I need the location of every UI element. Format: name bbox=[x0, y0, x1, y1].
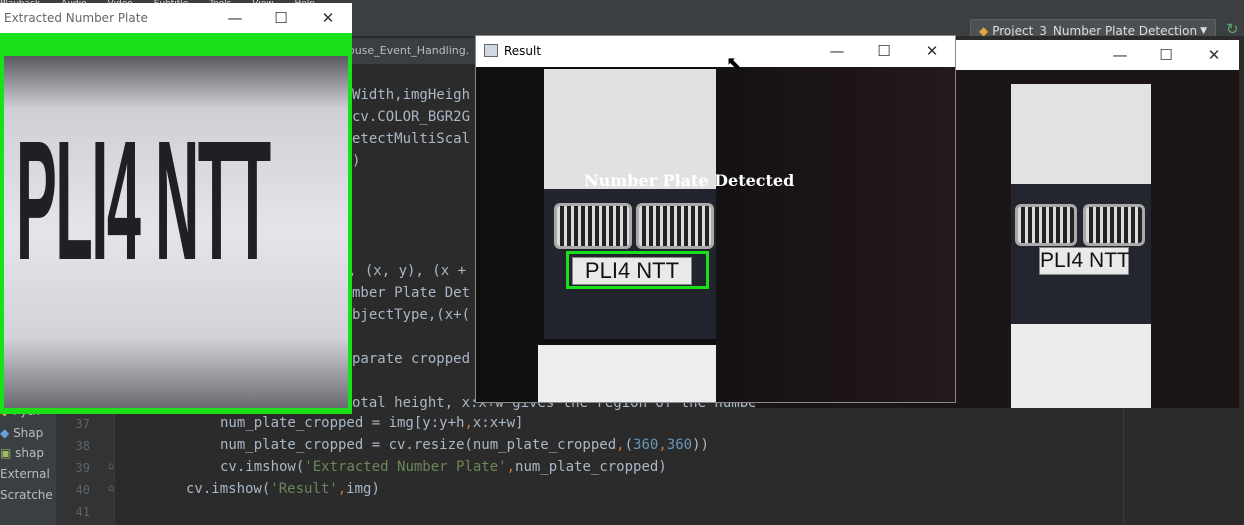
editor-tab[interactable]: ouse_Event_Handling. bbox=[348, 38, 478, 64]
minimize-button[interactable]: — bbox=[822, 36, 852, 66]
screen-bright-area bbox=[1011, 84, 1151, 184]
line-number: 40 bbox=[75, 483, 90, 497]
code-line: cv.imshow('Result',img) bbox=[186, 481, 380, 497]
result-window[interactable]: Result — ☐ ✕ PLI4 NTT Number Plate Detec… bbox=[475, 35, 956, 403]
result-window-titlebar[interactable]: Result — ☐ ✕ bbox=[476, 36, 955, 66]
cropped-plate-image: PLI4 NTT bbox=[4, 56, 348, 408]
grille-right bbox=[636, 203, 714, 249]
maximize-button[interactable]: ☐ bbox=[1151, 40, 1181, 70]
grille-left bbox=[554, 203, 632, 249]
code-line: cv.COLOR_BGR2G bbox=[352, 109, 471, 125]
screen-bright-area bbox=[538, 345, 716, 402]
maximize-button[interactable]: ☐ bbox=[869, 36, 899, 66]
line-number: 37 bbox=[75, 417, 90, 431]
grille-right bbox=[1083, 204, 1145, 246]
code-line: , (x, y), (x + bbox=[348, 263, 467, 279]
grille-left bbox=[1015, 204, 1077, 246]
close-button[interactable]: ✕ bbox=[917, 36, 947, 66]
code-line: bjectType,(x+( bbox=[352, 307, 471, 323]
maximize-button[interactable]: ☐ bbox=[266, 3, 296, 33]
project-item-shapes-2[interactable]: ▣ shap bbox=[0, 446, 56, 460]
code-line: num_plate_cropped = cv.resize(num_plate_… bbox=[220, 437, 709, 453]
close-button[interactable]: ✕ bbox=[1199, 40, 1229, 70]
minimize-button[interactable]: — bbox=[220, 3, 250, 33]
project-item-external-libraries[interactable]: External bbox=[0, 467, 56, 481]
extracted-window-titlebar[interactable]: Extracted Number Plate — ☐ ✕ bbox=[0, 3, 352, 33]
code-line: parate cropped bbox=[352, 351, 471, 367]
line-number: 41 bbox=[75, 505, 90, 519]
window-app-icon bbox=[484, 44, 498, 57]
number-plate: PLI4 NTT bbox=[1039, 247, 1130, 275]
line-number: 38 bbox=[75, 439, 90, 453]
code-line: etectMultiScal bbox=[352, 131, 471, 147]
dark-area bbox=[716, 67, 955, 402]
code-line: ) bbox=[352, 153, 361, 169]
window-title: Result bbox=[504, 44, 542, 58]
close-button[interactable]: ✕ bbox=[313, 3, 343, 33]
window-title: Extracted Number Plate bbox=[4, 11, 148, 25]
plate-text: PLI4 NTT bbox=[16, 106, 271, 296]
project-item-scratches[interactable]: Scratche bbox=[0, 488, 56, 502]
code-line: Width,imgHeigh bbox=[352, 87, 471, 103]
minimize-button[interactable]: — bbox=[1105, 40, 1135, 70]
python-file-icon: ◆ bbox=[0, 426, 10, 440]
detection-box bbox=[566, 251, 709, 289]
fold-marker-icon[interactable]: ⌂ bbox=[108, 461, 114, 472]
code-line: num_plate_cropped = img[y:y+h,x:x+w] bbox=[220, 415, 524, 431]
fold-marker-icon[interactable]: ⌂ bbox=[108, 483, 114, 494]
code-line: cv.imshow('Extracted Number Plate',num_p… bbox=[220, 459, 667, 475]
line-number: 39 bbox=[75, 461, 90, 475]
project-item-shapes-1[interactable]: ◆ Shap bbox=[0, 426, 56, 440]
result-image: PLI4 NTT Number Plate Detected bbox=[476, 67, 955, 402]
detection-label: Number Plate Detected bbox=[584, 171, 795, 190]
tab-label: ouse_Event_Handling. bbox=[348, 44, 470, 57]
image-file-icon: ▣ bbox=[0, 446, 12, 460]
code-line: mber Plate Det bbox=[352, 285, 471, 301]
screen-bright-area bbox=[1011, 324, 1151, 408]
mouse-cursor-icon: ⬉ bbox=[726, 53, 742, 74]
